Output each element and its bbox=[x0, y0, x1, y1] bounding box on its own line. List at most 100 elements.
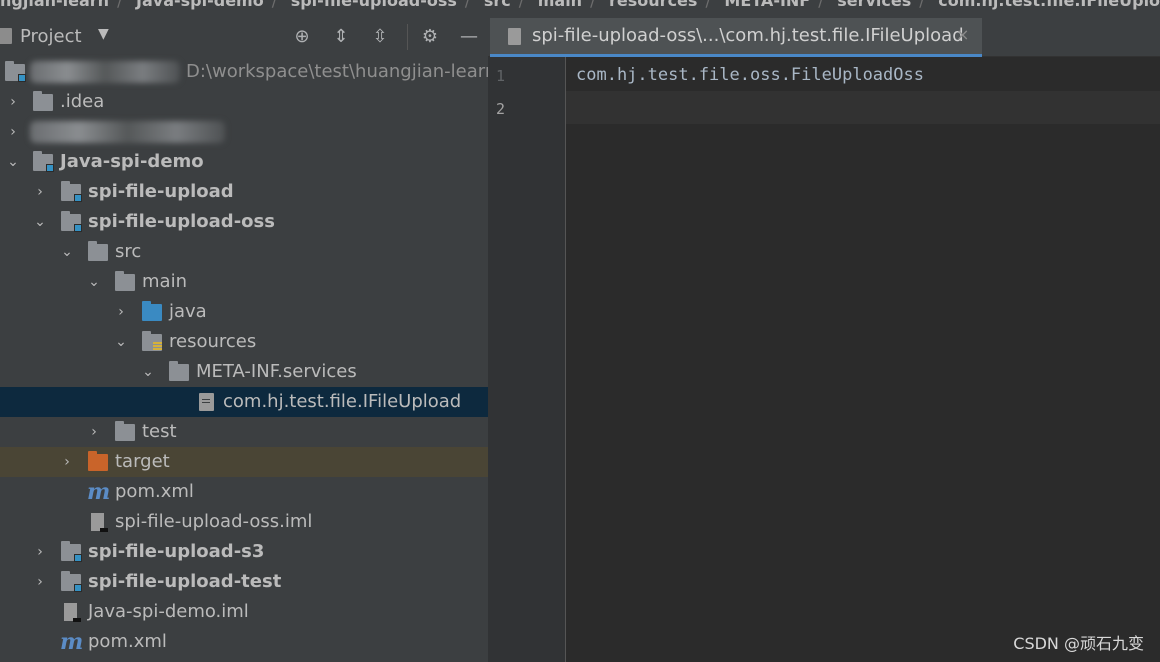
chevron-down-icon[interactable]: ⌄ bbox=[32, 207, 48, 237]
chevron-down-icon[interactable]: ⌄ bbox=[113, 327, 129, 357]
tree-item-label: pom.xml bbox=[88, 631, 167, 652]
chevron-right-icon[interactable]: › bbox=[59, 447, 75, 477]
source-folder-icon bbox=[142, 301, 162, 321]
iml-file-icon bbox=[91, 513, 108, 532]
tree-row-java[interactable]: › java bbox=[0, 297, 488, 327]
code-line[interactable]: com.hj.test.file.oss.FileUploadOss bbox=[576, 65, 924, 85]
chevron-down-icon[interactable]: ⌄ bbox=[59, 237, 75, 267]
tree-row-spi-file-upload-test[interactable]: › spi-file-upload-test bbox=[0, 567, 488, 597]
project-icon bbox=[0, 28, 12, 44]
tree-item-label: src bbox=[115, 241, 142, 262]
breadcrumb-item[interactable]: main bbox=[538, 0, 582, 10]
tree-row-test[interactable]: › test bbox=[0, 417, 488, 447]
chevron-down-icon[interactable]: ⌄ bbox=[5, 147, 21, 177]
tree-row-target[interactable]: › target bbox=[0, 447, 488, 477]
chevron-right-icon[interactable]: › bbox=[113, 297, 129, 327]
panel-title[interactable]: Project bbox=[20, 26, 82, 47]
tree-row-idea[interactable]: › .idea bbox=[0, 87, 488, 117]
maven-icon: m bbox=[60, 629, 84, 655]
tree-item-label: resources bbox=[169, 331, 257, 352]
tree-item-label: spi-file-upload-s3 bbox=[88, 541, 265, 562]
tree-row-hidden-module[interactable]: › bbox=[0, 117, 488, 147]
breadcrumb-item[interactable]: META-INF bbox=[724, 0, 810, 10]
module-folder-icon bbox=[61, 211, 82, 232]
tree-item-label: spi-file-upload bbox=[88, 181, 234, 202]
tree-row-main[interactable]: ⌄ main bbox=[0, 267, 488, 297]
view-dropdown-icon[interactable]: ▼ bbox=[98, 26, 109, 42]
tree-row-resources[interactable]: ⌄ resources bbox=[0, 327, 488, 357]
tree-item-label: Java-spi-demo bbox=[60, 151, 204, 172]
chevron-down-icon[interactable]: ⌄ bbox=[86, 267, 102, 297]
breadcrumb-item[interactable]: services bbox=[837, 0, 911, 10]
locate-file-icon[interactable]: ⊕ bbox=[289, 24, 315, 50]
folder-icon bbox=[115, 421, 135, 441]
tab-label: spi-file-upload-oss\...\com.hj.test.file… bbox=[532, 25, 964, 46]
current-line-highlight bbox=[566, 91, 1160, 124]
folder-icon bbox=[115, 271, 135, 291]
editor-tab-bar: spi-file-upload-oss\...\com.hj.test.file… bbox=[488, 18, 1160, 57]
tree-item-label: spi-file-upload-test bbox=[88, 571, 282, 592]
breadcrumb-item[interactable]: src bbox=[484, 0, 511, 10]
breadcrumb-item[interactable]: com.hj.test.file.IFileUpload bbox=[938, 0, 1160, 10]
module-folder-icon bbox=[61, 541, 82, 562]
code-editor[interactable]: com.hj.test.file.oss.FileUploadOss bbox=[566, 57, 1160, 662]
settings-gear-icon[interactable]: ⚙ bbox=[417, 24, 443, 50]
tree-item-label: java bbox=[169, 301, 207, 322]
tree-row-src[interactable]: ⌄ src bbox=[0, 237, 488, 267]
tree-item-label: META-INF.services bbox=[196, 361, 357, 382]
maven-icon: m bbox=[87, 479, 111, 505]
chevron-right-icon[interactable]: › bbox=[5, 117, 21, 147]
breadcrumb-item[interactable]: spi-file-upload-oss bbox=[291, 0, 457, 10]
breadcrumb-item[interactable]: resources bbox=[609, 0, 697, 10]
tree-item-label: .idea bbox=[60, 91, 105, 112]
chevron-right-icon[interactable]: › bbox=[86, 417, 102, 447]
breadcrumb-item[interactable]: Java-spi-demo bbox=[136, 0, 264, 10]
resources-folder-icon bbox=[142, 331, 162, 351]
tree-row-spi-file-upload-s3[interactable]: › spi-file-upload-s3 bbox=[0, 537, 488, 567]
project-panel: Project ▼ ⊕ ⇕ ⇳ ⚙ — D:\workspace\test\hu… bbox=[0, 18, 496, 662]
hide-panel-icon[interactable]: — bbox=[456, 24, 482, 50]
tree-row-pom-oss[interactable]: m pom.xml bbox=[0, 477, 488, 507]
chevron-right-icon[interactable]: › bbox=[32, 537, 48, 567]
tree-item-label: pom.xml bbox=[115, 481, 194, 502]
tree-row-spi-file-upload[interactable]: › spi-file-upload bbox=[0, 177, 488, 207]
editor-gutter: 1 2 bbox=[488, 57, 566, 662]
watermark: CSDN @顽石九变 bbox=[1013, 634, 1144, 653]
tree-row-demo-iml[interactable]: Java-spi-demo.iml bbox=[0, 597, 488, 627]
chevron-right-icon[interactable]: › bbox=[32, 567, 48, 597]
chevron-right-icon[interactable]: › bbox=[5, 87, 21, 117]
tree-row-spi-file-upload-oss[interactable]: ⌄ spi-file-upload-oss bbox=[0, 207, 488, 237]
tree-row-root[interactable]: D:\workspace\test\huangjian-learn bbox=[0, 57, 496, 87]
header-divider bbox=[407, 24, 408, 50]
folder-icon bbox=[169, 361, 189, 381]
module-folder-icon bbox=[61, 571, 82, 592]
line-number: 1 bbox=[496, 67, 506, 85]
tree-item-label: Java-spi-demo.iml bbox=[88, 601, 249, 622]
excluded-folder-icon bbox=[88, 451, 108, 471]
line-number: 2 bbox=[496, 100, 506, 118]
collapse-all-icon[interactable]: ⇳ bbox=[367, 24, 393, 50]
breadcrumb-item[interactable]: ngjian-learn bbox=[0, 0, 109, 10]
chevron-right-icon[interactable]: › bbox=[32, 177, 48, 207]
folder-icon bbox=[33, 91, 53, 111]
tree-row-iml-oss[interactable]: spi-file-upload-oss.iml bbox=[0, 507, 488, 537]
editor-tab-active[interactable]: spi-file-upload-oss\...\com.hj.test.file… bbox=[490, 18, 982, 57]
tree-row-pom-root[interactable]: m pom.xml bbox=[0, 627, 488, 657]
redacted-name bbox=[30, 121, 225, 143]
tree-item-label: com.hj.test.file.IFileUpload bbox=[223, 391, 462, 412]
tree-row-java-spi-demo[interactable]: ⌄ Java-spi-demo bbox=[0, 147, 488, 177]
iml-file-icon bbox=[64, 603, 81, 622]
tree-row-meta-inf[interactable]: ⌄ META-INF.services bbox=[0, 357, 488, 387]
tree-item-label: spi-file-upload-oss.iml bbox=[115, 511, 313, 532]
module-folder-icon bbox=[61, 181, 82, 202]
text-file-icon bbox=[508, 28, 521, 45]
expand-all-icon[interactable]: ⇕ bbox=[328, 24, 354, 50]
tree-row-ifileupload[interactable]: com.hj.test.file.IFileUpload bbox=[0, 387, 488, 417]
redacted-name bbox=[30, 61, 180, 83]
folder-icon bbox=[88, 241, 108, 261]
tree-item-label: spi-file-upload-oss bbox=[88, 211, 275, 232]
close-icon[interactable]: × bbox=[956, 25, 969, 44]
root-path: D:\workspace\test\huangjian-learn bbox=[186, 61, 497, 82]
tree-item-label: target bbox=[115, 451, 170, 472]
chevron-down-icon[interactable]: ⌄ bbox=[140, 357, 156, 387]
